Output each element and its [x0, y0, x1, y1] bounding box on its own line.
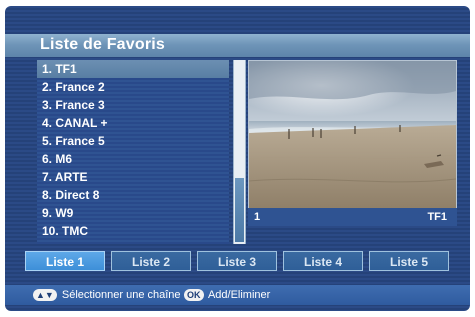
- channel-item-canal-plus[interactable]: 4. CANAL +: [37, 114, 229, 132]
- beach-preview-image: [249, 61, 456, 209]
- favorites-screen: Liste de Favoris 1. TF1 2. France 2 3. F…: [5, 6, 470, 311]
- up-down-buttons-icon: ▲▼: [33, 289, 57, 302]
- tab-liste-2[interactable]: Liste 2: [111, 251, 191, 271]
- channel-label: 8. Direct 8: [42, 188, 100, 202]
- add-remove-hint: OK Add/Eliminer: [184, 285, 270, 305]
- channel-label: 3. France 3: [42, 98, 105, 112]
- channel-item-tmc[interactable]: 10. TMC: [37, 222, 229, 240]
- channel-item-tf1[interactable]: 1. TF1: [37, 60, 229, 78]
- preview-channel-number: 1: [254, 211, 261, 223]
- select-channel-hint: ▲▼ Sélectionner une chaîne: [33, 285, 181, 305]
- channel-item-france-2[interactable]: 2. France 2: [37, 78, 229, 96]
- channel-label: 5. France 5: [42, 134, 105, 148]
- channel-label: 2. France 2: [42, 80, 105, 94]
- preview-channel-name: TF1: [427, 211, 447, 223]
- channel-label: 4. CANAL +: [42, 116, 108, 130]
- preview-channel-info: 1 TF1: [248, 208, 457, 226]
- channel-label: 9. W9: [42, 206, 74, 220]
- channel-item-w9[interactable]: 9. W9: [37, 204, 229, 222]
- add-remove-label: Add/Eliminer: [207, 289, 271, 301]
- channel-list: 1. TF1 2. France 2 3. France 3 4. CANAL …: [37, 60, 229, 244]
- list-scrollbar[interactable]: [233, 60, 246, 244]
- channel-label: 10. TMC: [42, 224, 89, 238]
- title-bar: Liste de Favoris: [5, 34, 470, 57]
- tab-liste-1[interactable]: Liste 1: [25, 251, 105, 271]
- ok-button-icon: OK: [184, 289, 204, 302]
- scrollbar-thumb[interactable]: [235, 178, 244, 242]
- tab-liste-5[interactable]: Liste 5: [369, 251, 449, 271]
- page-title: Liste de Favoris: [40, 36, 166, 53]
- channel-preview: [248, 60, 457, 210]
- favorite-list-tabs: Liste 1 Liste 2 Liste 3 Liste 4 Liste 5: [25, 251, 459, 273]
- channel-item-france-3[interactable]: 3. France 3: [37, 96, 229, 114]
- channel-label: 6. M6: [42, 152, 73, 166]
- channel-item-france-5[interactable]: 5. France 5: [37, 132, 229, 150]
- channel-item-m6[interactable]: 6. M6: [37, 150, 229, 168]
- channel-item-arte[interactable]: 7. ARTE: [37, 168, 229, 186]
- channel-item-direct-8[interactable]: 8. Direct 8: [37, 186, 229, 204]
- channel-label: 7. ARTE: [42, 170, 88, 184]
- tab-liste-4[interactable]: Liste 4: [283, 251, 363, 271]
- channel-label: 1. TF1: [42, 62, 77, 76]
- hint-bar: ▲▼ Sélectionner une chaîne OK Add/Elimin…: [5, 285, 470, 305]
- tab-liste-3[interactable]: Liste 3: [197, 251, 277, 271]
- select-channel-label: Sélectionner une chaîne: [61, 289, 181, 301]
